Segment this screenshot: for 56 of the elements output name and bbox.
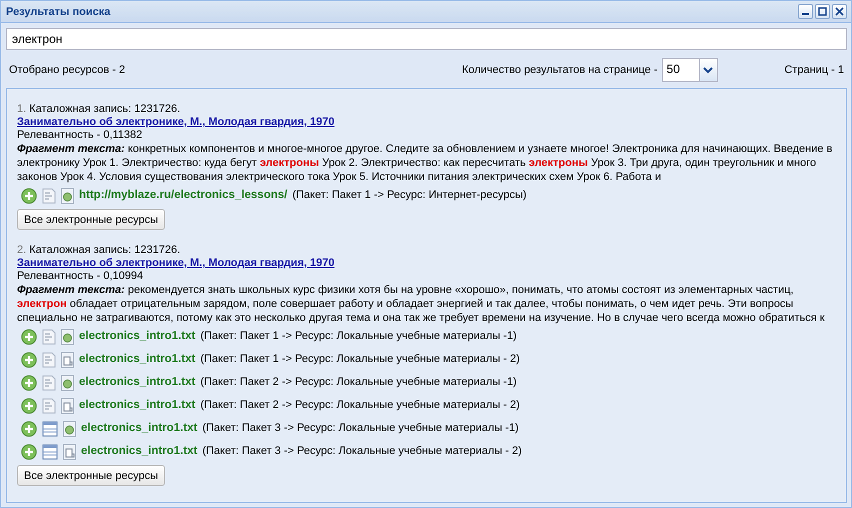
search-field[interactable]: электрон (6, 28, 847, 50)
file-document-icon[interactable] (63, 444, 76, 460)
resource-path: (Пакет: Пакет 2 -> Ресурс: Локальные учебные материалы -1) (200, 376, 517, 389)
resource-link[interactable]: electronics_intro1.txt (79, 399, 196, 412)
catalog-record: 1. Каталожная запись: 1231726. (17, 103, 182, 116)
globe-document-icon[interactable] (61, 374, 74, 390)
minimize-button[interactable] (798, 4, 813, 19)
relevance: Релевантность - 0,10994 (17, 270, 144, 283)
close-icon (835, 7, 844, 16)
resource-path: (Пакет: Пакет 1 -> Ресурс: Интернет-ресурсы) (292, 189, 527, 202)
resource-link[interactable]: electronics_intro1.txt (79, 330, 196, 343)
document-icon[interactable] (42, 374, 56, 390)
document-icon[interactable] (42, 398, 56, 414)
resource-path: (Пакет: Пакет 3 -> Ресурс: Локальные учебные материалы - 2) (202, 445, 522, 458)
page-count: Страниц - 1 (784, 64, 844, 76)
globe-document-icon[interactable] (61, 328, 74, 344)
maximize-button[interactable] (815, 4, 830, 19)
close-button[interactable] (832, 4, 847, 19)
resource-path: (Пакет: Пакет 2 -> Ресурс: Локальные учебные материалы - 2) (200, 399, 520, 412)
document-icon[interactable] (42, 328, 56, 344)
resource-path: (Пакет: Пакет 1 -> Ресурс: Локальные учебные материалы -1) (200, 330, 517, 343)
found-count: Отобрано ресурсов - 2 (9, 64, 126, 76)
title-link[interactable]: Занимательно об электронике, М., Молодая гвардия, 1970 (17, 116, 334, 129)
add-icon[interactable] (21, 188, 37, 204)
add-icon[interactable] (21, 398, 37, 414)
title-link[interactable]: Занимательно об электронике, М., Молодая гвардия, 1970 (17, 257, 334, 270)
add-icon[interactable] (21, 374, 37, 390)
text-fragment: Фрагмент текста: рекомендуется знать школьных курс физики хотя бы на уровне «хорошо», понимать, что атомы состоят из элементарных частиц, электрон обладает отрицательным зарядом, поле совершает работу и обладает энергией и так далее, чтобы понимать, о чем идет речь. Эти вопросы специально не затрагиваются, потому как это несколько другая тема и она так же требует времени на изучение. Но в случае чего всегда можно обратиться к (17, 283, 826, 325)
file-document-icon[interactable] (61, 352, 74, 368)
resource-link[interactable]: electronics_intro1.txt (81, 445, 198, 458)
per-page-label: Количество результатов на странице - (462, 64, 658, 76)
catalog-record: 2. Каталожная запись: 1231726. (17, 244, 182, 257)
document-icon[interactable] (42, 188, 56, 204)
add-icon[interactable] (21, 420, 37, 436)
resource-path: (Пакет: Пакет 1 -> Ресурс: Локальные учебные материалы - 2) (200, 353, 520, 366)
globe-document-icon[interactable] (61, 188, 74, 204)
relevance: Релевантность - 0,11382 (17, 129, 144, 142)
document-icon[interactable] (42, 352, 56, 368)
resource-link[interactable]: electronics_intro1.txt (81, 422, 198, 435)
maximize-icon (818, 7, 827, 16)
resource-link[interactable]: http://myblaze.ru/electronics_lessons/ (79, 189, 288, 202)
globe-document-icon[interactable] (63, 420, 76, 436)
all-resources-button[interactable]: Все электронные ресурсы (17, 465, 165, 486)
table-icon[interactable] (42, 420, 58, 436)
per-page-combo[interactable]: 50 (662, 58, 718, 82)
window-title: Результаты поиска (6, 6, 110, 18)
add-icon[interactable] (21, 352, 37, 368)
all-resources-button[interactable]: Все электронные ресурсы (17, 209, 165, 230)
resource-link[interactable]: electronics_intro1.txt (79, 376, 196, 389)
file-document-icon[interactable] (61, 398, 74, 414)
text-fragment: Фрагмент текста: конкретных компонентов и многое-многое другое. Следите за обновлением и узнаете многое! Электроника для начинающих. Введение в электронику Урок 1. Электричество: куда бегут электроны Урок 2. Электричество: как пересчитать электроны Урок 3. Три друга, один треугольник и много законов Урок 4. Условия существования электрического тока Урок 5. Источники питания электрических схем Урок 6. Работа и (17, 142, 834, 184)
add-icon[interactable] (21, 444, 37, 460)
resource-path: (Пакет: Пакет 3 -> Ресурс: Локальные учебные материалы -1) (202, 422, 519, 435)
table-icon[interactable] (42, 444, 58, 460)
add-icon[interactable] (21, 328, 37, 344)
resource-link[interactable]: electronics_intro1.txt (79, 353, 196, 366)
